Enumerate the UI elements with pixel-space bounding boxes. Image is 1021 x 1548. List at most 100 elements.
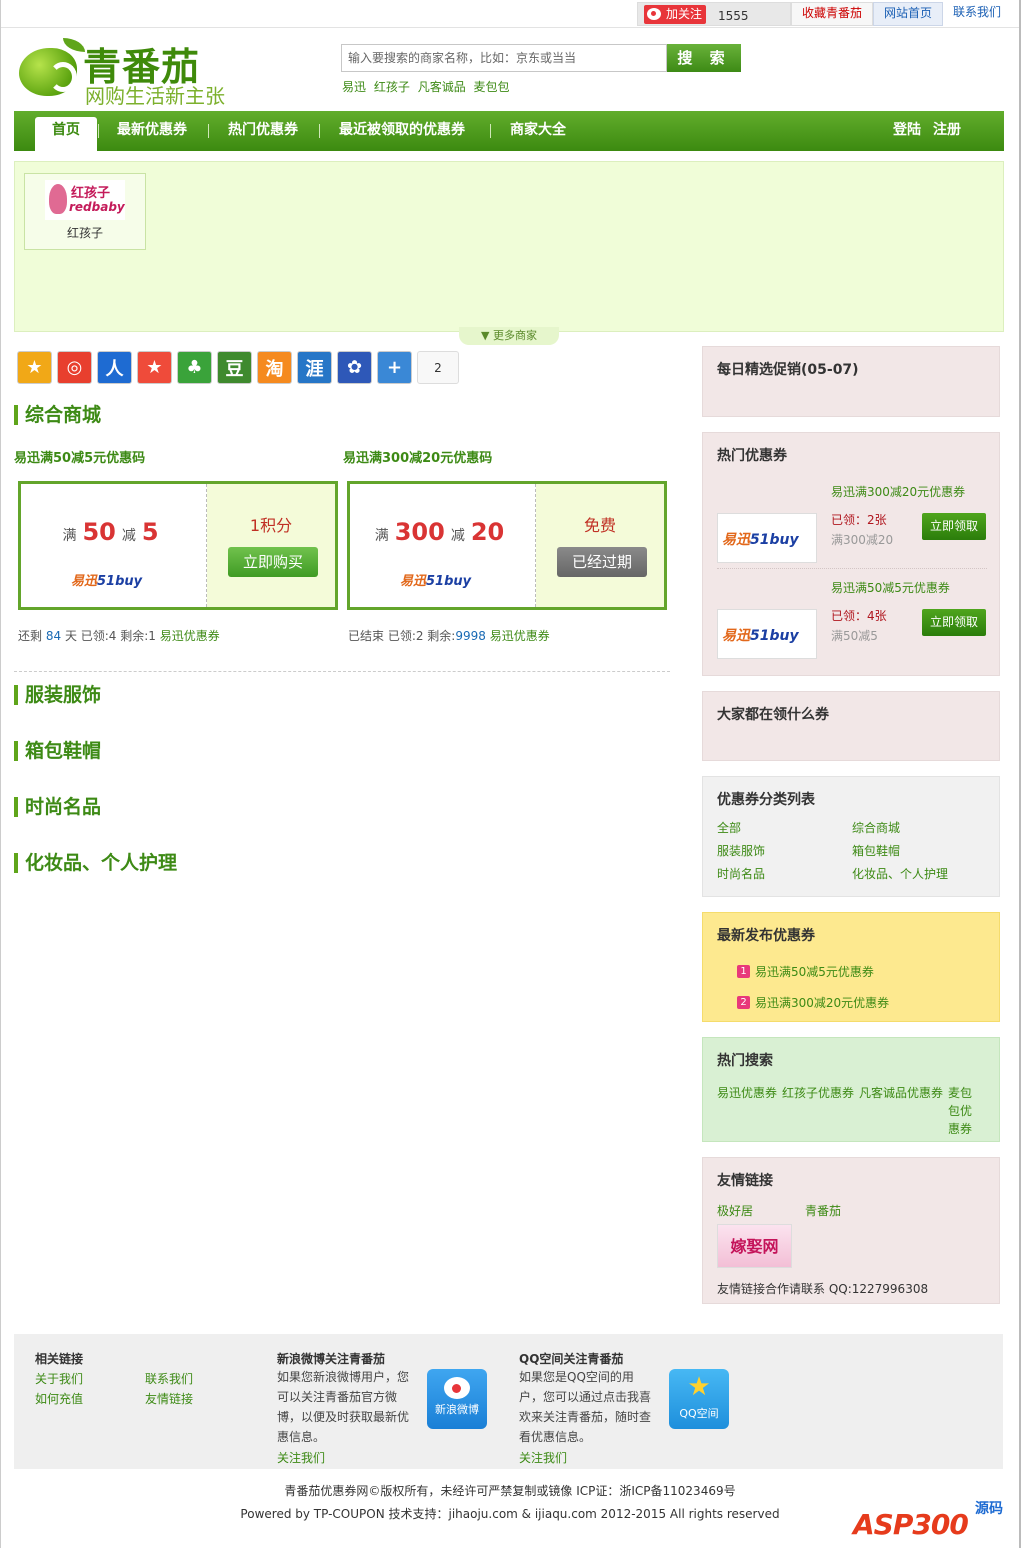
qzone-text-line: 如果您是QQ空间的用 bbox=[519, 1370, 634, 1384]
kaixin-icon[interactable]: ★ bbox=[137, 351, 172, 384]
coupon-title[interactable]: 易迅满50减5元优惠码 bbox=[14, 447, 145, 466]
coupon-left: 满 300 减 20 易迅51buy bbox=[350, 484, 536, 607]
hot-coupon-title[interactable]: 易迅满300减20元优惠券 bbox=[831, 483, 965, 500]
brand-name: 易迅 bbox=[71, 574, 98, 589]
sina-weibo-icon[interactable]: 新浪微博 bbox=[427, 1369, 487, 1429]
nav-separator bbox=[319, 124, 320, 138]
hot-keyword[interactable]: 易迅 bbox=[342, 80, 366, 94]
footer-link[interactable]: 友情链接 bbox=[145, 1390, 193, 1407]
more-merchants-toggle[interactable]: ▼ 更多商家 bbox=[459, 327, 559, 345]
hot-search-link-cont[interactable]: 包优 bbox=[948, 1102, 972, 1119]
renren-icon[interactable]: 人 bbox=[97, 351, 132, 384]
coupon-price: 1积分 bbox=[249, 516, 293, 535]
share-bar: ★ ◎ 人 ★ ♣ 豆淘涯 ✿ +2 bbox=[17, 351, 459, 384]
latest-coupon-item[interactable]: 2 易迅满300减20元优惠券 bbox=[737, 994, 985, 1011]
hot-search-link[interactable]: 红孩子优惠券 bbox=[782, 1084, 854, 1101]
section-title-luxury: 时尚名品 bbox=[14, 797, 101, 817]
top-bar: 加关注 1555 收藏青番茄 网站首页 联系我们 bbox=[1, 0, 1019, 28]
brand-suffix: 51buy bbox=[750, 628, 799, 644]
asp300-source-label: 源码 bbox=[975, 1501, 1003, 1517]
hui-icon[interactable]: 涯 bbox=[297, 351, 332, 384]
hot-keyword[interactable]: 麦包包 bbox=[474, 80, 510, 94]
hot-search-title: 热门搜索 bbox=[717, 1053, 773, 1069]
hot-search-link[interactable]: 凡客诚品优惠券 bbox=[859, 1084, 943, 1101]
category-link[interactable]: 时尚名品 bbox=[717, 865, 765, 882]
category-link[interactable]: 化妆品、个人护理 bbox=[852, 865, 948, 882]
page: 加关注 1555 收藏青番茄 网站首页 联系我们 青番茄 网购生活新主张 搜 索… bbox=[0, 0, 1021, 1548]
category-link[interactable]: 全部 bbox=[717, 819, 741, 836]
weibo-follow-link[interactable]: 关注我们 bbox=[277, 1449, 325, 1466]
nav-home[interactable]: 首页 bbox=[35, 117, 97, 151]
footer-link[interactable]: 联系我们 bbox=[145, 1370, 193, 1387]
hot-search-link-cont[interactable]: 惠券 bbox=[948, 1120, 972, 1137]
friend-link[interactable]: 极好居 bbox=[717, 1202, 753, 1219]
coupon-meta-link[interactable]: 易迅优惠券 bbox=[160, 629, 220, 643]
qzone-follow-link[interactable]: 关注我们 bbox=[519, 1449, 567, 1466]
clover-icon[interactable]: ♣ bbox=[177, 351, 212, 384]
yixun-logo: 易迅51buy bbox=[722, 625, 799, 645]
more-plus-icon[interactable]: + bbox=[377, 351, 412, 384]
login-link[interactable]: 登陆 bbox=[893, 111, 921, 151]
coupon-threshold: 50 bbox=[82, 518, 116, 546]
coupon-threshold: 300 bbox=[394, 518, 445, 546]
hot-search-link[interactable]: 易迅优惠券 bbox=[717, 1084, 777, 1101]
coupon-meta-link[interactable]: 易迅优惠券 bbox=[490, 629, 550, 643]
claim-button[interactable]: 立即领取 bbox=[922, 609, 986, 636]
contact-link[interactable]: 联系我们 bbox=[943, 2, 1011, 26]
brand-name: 易迅 bbox=[722, 532, 750, 548]
weibo-icon[interactable]: ◎ bbox=[57, 351, 92, 384]
coupon-meta-mid: 天 已领:4 剩余:1 bbox=[64, 629, 156, 643]
top-links: 收藏青番茄 网站首页 联系我们 bbox=[791, 2, 1011, 26]
section-title-cosmetics: 化妆品、个人护理 bbox=[14, 853, 177, 873]
expired-button[interactable]: 已经过期 bbox=[557, 547, 647, 577]
claim-button[interactable]: 立即领取 bbox=[922, 513, 986, 540]
nav-latest-coupons[interactable]: 最新优惠券 bbox=[117, 111, 187, 151]
yixun-thumb[interactable]: 易迅51buy bbox=[717, 609, 817, 659]
search-input[interactable] bbox=[341, 44, 667, 72]
latest-coupons-box: 最新发布优惠券 1 易迅满50减5元优惠券 2 易迅满300减20元优惠券 bbox=[702, 912, 1000, 1022]
yixun-logo: 易迅51buy bbox=[722, 529, 799, 549]
nav-recently-claimed[interactable]: 最近被领取的优惠券 bbox=[339, 111, 465, 151]
category-link[interactable]: 箱包鞋帽 bbox=[852, 842, 900, 859]
buy-now-button[interactable]: 立即购买 bbox=[228, 547, 318, 577]
nav-hot-coupons[interactable]: 热门优惠券 bbox=[228, 111, 298, 151]
site-logo[interactable]: 青番茄 网购生活新主张 bbox=[19, 36, 249, 108]
hot-search-box: 热门搜索 易迅优惠券 红孩子优惠券 凡客诚品优惠券 麦包 包优 惠券 bbox=[702, 1037, 1000, 1142]
home-link[interactable]: 网站首页 bbox=[873, 2, 944, 26]
merchant-card[interactable]: 红孩子 redbaby 红孩子 bbox=[24, 173, 146, 250]
nav-separator bbox=[490, 124, 491, 138]
jiaqu-banner[interactable]: 嫁娶网 bbox=[717, 1224, 792, 1268]
weibo-follow-button[interactable]: 加关注 bbox=[644, 5, 706, 24]
qzone-icon[interactable]: ★ QQ空间 bbox=[669, 1369, 729, 1429]
footer-link[interactable]: 如何充值 bbox=[35, 1390, 83, 1407]
coupon-title[interactable]: 易迅满300减20元优惠码 bbox=[343, 447, 492, 466]
coupon-amount: 满 300 减 20 bbox=[350, 518, 535, 546]
weibo-text-line: 可以关注青番茄官方微 bbox=[277, 1390, 398, 1404]
hot-keyword[interactable]: 凡客诚品 bbox=[418, 80, 466, 94]
coupon-card: 满 300 减 20 易迅51buy 免费 已经过期 bbox=[347, 481, 667, 610]
footer-link[interactable]: 关于我们 bbox=[35, 1370, 83, 1387]
coupon-meta-days: 9998 bbox=[455, 629, 486, 643]
latest-coupon-text: 易迅满50减5元优惠券 bbox=[755, 965, 874, 979]
category-link[interactable]: 综合商城 bbox=[852, 819, 900, 836]
hot-search-link[interactable]: 麦包 bbox=[948, 1084, 972, 1101]
weibo-icon bbox=[647, 8, 661, 20]
nav-merchants[interactable]: 商家大全 bbox=[510, 111, 566, 151]
baidu-icon[interactable]: ✿ bbox=[337, 351, 372, 384]
search-button[interactable]: 搜 索 bbox=[667, 44, 741, 72]
merchant-name: 红孩子 bbox=[66, 226, 103, 240]
yixun-thumb[interactable]: 易迅51buy bbox=[717, 513, 817, 563]
taobao-icon[interactable]: 淘 bbox=[257, 351, 292, 384]
douban-icon[interactable]: 豆 bbox=[217, 351, 252, 384]
hot-coupon-title[interactable]: 易迅满50减5元优惠券 bbox=[831, 579, 950, 596]
qzone-icon[interactable]: ★ bbox=[17, 351, 52, 384]
latest-coupon-item[interactable]: 1 易迅满50减5元优惠券 bbox=[737, 963, 985, 980]
everyone-claiming-title: 大家都在领什么券 bbox=[717, 707, 829, 723]
weibo-text-line: 惠信息。 bbox=[277, 1430, 326, 1444]
friend-link[interactable]: 青番茄 bbox=[805, 1202, 841, 1219]
hot-keyword[interactable]: 红孩子 bbox=[374, 80, 410, 94]
register-link[interactable]: 注册 bbox=[933, 111, 961, 151]
nav-separator bbox=[98, 124, 99, 138]
favorite-link[interactable]: 收藏青番茄 bbox=[791, 2, 874, 26]
category-link[interactable]: 服装服饰 bbox=[717, 842, 765, 859]
